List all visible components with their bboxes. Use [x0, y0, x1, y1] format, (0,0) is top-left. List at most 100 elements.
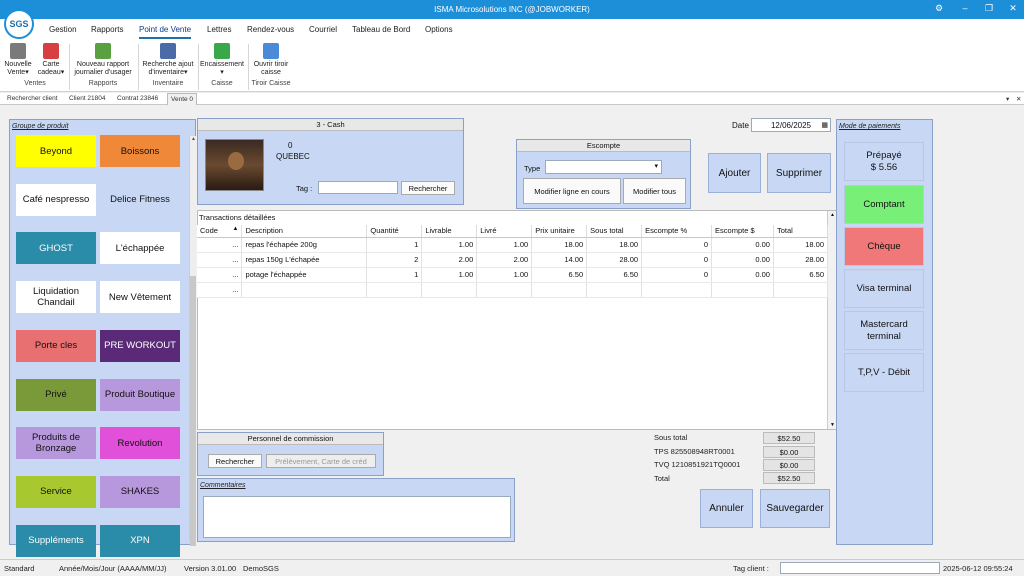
product-group-button[interactable]: Produit Boutique [100, 378, 180, 411]
table-cell-code[interactable]: ... [197, 252, 243, 268]
date-picker[interactable]: 12/06/2025 ▦ [751, 118, 831, 132]
table-cell-quantite[interactable]: 1 [366, 237, 423, 253]
table-cell-description[interactable]: repas l'échapée 200g [241, 237, 368, 253]
product-group-button[interactable]: XPN [100, 524, 180, 557]
column-header[interactable]: Quantité [366, 225, 423, 238]
tab-client[interactable]: Client 21804 [69, 95, 106, 102]
table-cell-livrable[interactable]: 1.00 [421, 237, 478, 253]
delete-button[interactable]: Supprimer [767, 153, 831, 193]
product-group-button[interactable]: Privé [16, 378, 96, 411]
table-cell-total[interactable] [773, 282, 829, 298]
column-header[interactable]: Escompte $ [711, 225, 774, 238]
table-cell-sous-total[interactable]: 28.00 [586, 252, 643, 268]
add-button[interactable]: Ajouter [708, 153, 761, 193]
tab-menu-icon[interactable]: ▾ [1006, 95, 1009, 103]
product-group-button[interactable]: Produits de Bronzage [16, 427, 96, 460]
payment-method-button[interactable]: Visa terminal [844, 269, 924, 308]
product-group-button[interactable]: Service [16, 475, 96, 508]
table-cell-quantite[interactable]: 2 [366, 252, 423, 268]
deduction-button[interactable]: Prélèvement, Carte de créd [266, 454, 376, 468]
payment-method-button[interactable]: Comptant [844, 185, 924, 224]
product-group-button[interactable]: New Vêtement [100, 281, 180, 314]
discount-type-select[interactable]: ▾ [545, 160, 662, 174]
table-cell-livre[interactable]: 1.00 [476, 267, 533, 283]
menu-gestion[interactable]: Gestion [49, 25, 77, 34]
table-cell-prix[interactable]: 18.00 [531, 237, 588, 253]
product-group-button[interactable]: Beyond [16, 135, 96, 167]
table-cell-livre[interactable]: 1.00 [476, 237, 533, 253]
column-header[interactable]: Code ▲ [197, 225, 243, 238]
close-icon[interactable]: ✕ [1006, 3, 1020, 14]
menu-options[interactable]: Options [425, 25, 453, 34]
table-cell-total[interactable]: 28.00 [773, 252, 829, 268]
table-cell-sous-total[interactable]: 18.00 [586, 237, 643, 253]
status-tag-input[interactable] [780, 562, 940, 574]
menu-rendez-vous[interactable]: Rendez-vous [247, 25, 294, 34]
table-cell-esc-dol[interactable] [711, 282, 774, 298]
commission-search-button[interactable]: Rechercher [208, 454, 262, 468]
table-cell-quantite[interactable] [366, 282, 423, 298]
table-cell-livre[interactable] [476, 282, 533, 298]
modify-all-button[interactable]: Modifier tous [623, 178, 686, 204]
table-cell-esc-pct[interactable]: 0 [641, 267, 713, 283]
table-cell-esc-dol[interactable]: 0.00 [711, 237, 774, 253]
tab-vente[interactable]: Vente 0 [167, 93, 198, 105]
menu-courriel[interactable]: Courriel [309, 25, 337, 34]
product-groups-scrollbar[interactable]: ▲ [189, 136, 196, 546]
new-sale-button[interactable]: Nouvelle Vente▾ [2, 43, 34, 77]
table-row[interactable]: ... repas 150g L'échapée 2 2.00 2.00 14.00 28.… [197, 252, 829, 268]
scroll-up-icon[interactable]: ▲ [830, 212, 835, 218]
cash-in-button[interactable]: Encaissement ▾ [199, 43, 245, 77]
table-cell-code[interactable]: ... [197, 237, 243, 253]
product-group-button[interactable]: Porte cles [16, 329, 96, 362]
menu-lettres[interactable]: Lettres [207, 25, 231, 34]
product-group-button[interactable]: Suppléments [16, 524, 96, 557]
inventory-search-button[interactable]: Recherche ajout d'inventaire▾ [140, 43, 196, 77]
table-cell-description[interactable] [241, 282, 368, 298]
cancel-button[interactable]: Annuler [700, 489, 753, 528]
table-cell-livrable[interactable]: 2.00 [421, 252, 478, 268]
tab-rechercher-client[interactable]: Rechercher client [7, 95, 58, 102]
product-group-button[interactable]: Revolution [100, 427, 180, 460]
table-cell-livrable[interactable] [421, 282, 478, 298]
table-cell-code[interactable]: ... [197, 267, 243, 283]
table-row[interactable]: ... [197, 282, 829, 298]
table-cell-livre[interactable]: 2.00 [476, 252, 533, 268]
payment-method-button[interactable]: Mastercard terminal [844, 311, 924, 350]
new-report-button[interactable]: Nouveau rapport journalier d'usager [71, 43, 135, 77]
table-cell-sous-total[interactable]: 6.50 [586, 267, 643, 283]
product-group-button[interactable]: Liquidation Chandail [16, 281, 96, 314]
prepaid-button[interactable]: Prépayé $ 5.56 [844, 142, 924, 181]
table-cell-prix[interactable] [531, 282, 588, 298]
table-cell-total[interactable]: 6.50 [773, 267, 829, 283]
minimize-icon[interactable]: – [958, 3, 972, 13]
column-header[interactable]: Prix unitaire [531, 225, 588, 238]
modify-line-button[interactable]: Modifier ligne en cours [523, 178, 621, 204]
table-cell-prix[interactable]: 14.00 [531, 252, 588, 268]
scroll-down-icon[interactable]: ▼ [830, 422, 835, 428]
table-cell-esc-pct[interactable] [641, 282, 713, 298]
open-drawer-button[interactable]: Ouvrir tiroir caisse [250, 43, 292, 77]
scroll-up-icon[interactable]: ▲ [191, 136, 196, 142]
product-group-button[interactable]: L'échappée [100, 232, 180, 265]
table-row[interactable]: ... repas l'échapée 200g 1 1.00 1.00 18.00 18.… [197, 237, 829, 253]
payment-method-button[interactable]: T,P,V - Débit [844, 353, 924, 392]
menu-point-de-vente[interactable]: Point de Vente [139, 25, 192, 39]
tab-close-icon[interactable]: ✕ [1016, 95, 1021, 103]
table-cell-quantite[interactable]: 1 [366, 267, 423, 283]
table-cell-description[interactable]: repas 150g L'échapée [241, 252, 368, 268]
tag-input[interactable] [318, 181, 398, 194]
menu-rapports[interactable]: Rapports [91, 25, 123, 34]
comments-textarea[interactable] [203, 496, 511, 538]
product-group-button[interactable]: GHOST [16, 232, 96, 265]
table-cell-esc-dol[interactable]: 0.00 [711, 267, 774, 283]
table-cell-code[interactable]: ... [197, 282, 243, 298]
table-cell-prix[interactable]: 6.50 [531, 267, 588, 283]
column-header[interactable]: Livrable [421, 225, 478, 238]
gift-card-button[interactable]: Carte cadeau▾ [36, 43, 66, 77]
table-row[interactable]: ... potage l'échappée 1 1.00 1.00 6.50 6.50 0 0.… [197, 267, 829, 283]
table-cell-livrable[interactable]: 1.00 [421, 267, 478, 283]
client-search-button[interactable]: Rechercher [401, 181, 455, 195]
save-button[interactable]: Sauvegarder [760, 489, 830, 528]
column-header[interactable]: Escompte % [641, 225, 713, 238]
